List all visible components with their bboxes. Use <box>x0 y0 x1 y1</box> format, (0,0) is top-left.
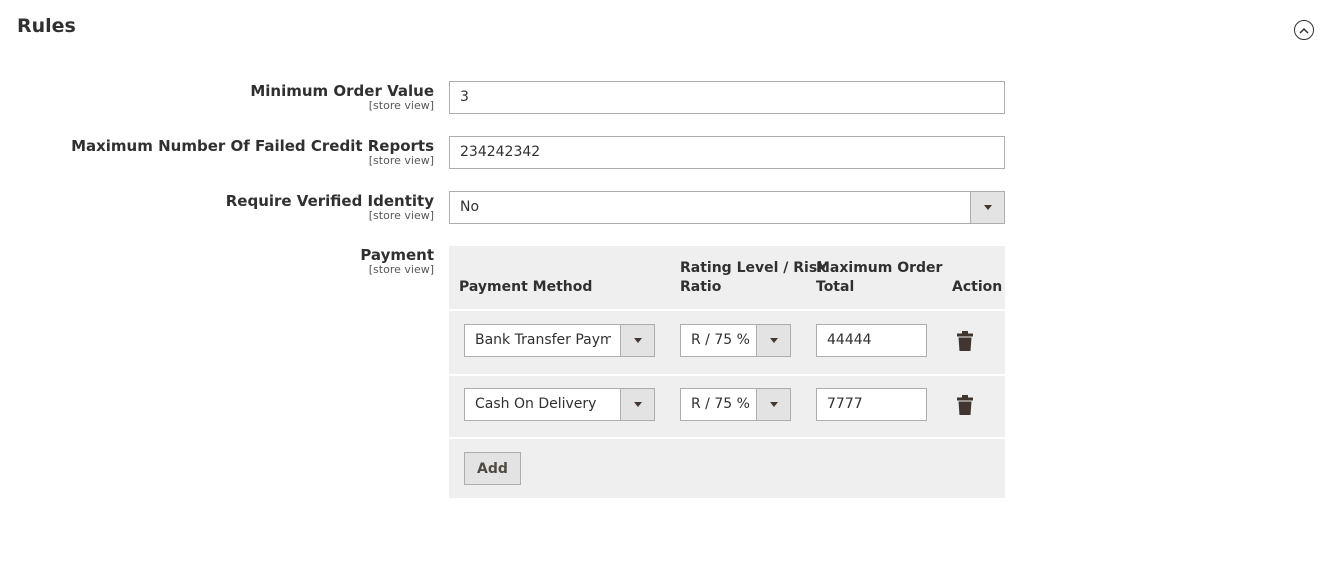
max-failed-scope: [store view] <box>368 154 434 167</box>
caret-down-icon <box>983 205 992 210</box>
dropdown-toggle[interactable] <box>970 192 1004 223</box>
minimum-order-input[interactable]: 3 <box>449 81 1005 114</box>
minimum-order-label: Minimum Order Value <box>250 82 434 100</box>
dropdown-toggle[interactable] <box>756 389 790 420</box>
header-maximum-order-total: Maximum Order Total <box>816 259 942 297</box>
rating-level-value: R / 75 % <box>691 396 750 412</box>
row-divider <box>449 309 1005 311</box>
header-rating-level: Rating Level / Risk Ratio <box>680 259 827 297</box>
payment-label: Payment <box>360 246 434 264</box>
add-payment-button[interactable]: Add <box>464 452 521 485</box>
caret-down-icon <box>633 402 642 407</box>
payment-method-select[interactable]: Cash On Delivery <box>464 388 655 421</box>
max-failed-label: Maximum Number Of Failed Credit Reports <box>71 137 434 155</box>
verified-identity-label: Require Verified Identity <box>225 192 434 210</box>
caret-down-icon <box>633 338 642 343</box>
max-order-total-input[interactable]: 44444 <box>816 324 927 357</box>
verified-identity-select[interactable]: No <box>449 191 1005 224</box>
max-failed-input[interactable]: 234242342 <box>449 136 1005 169</box>
minimum-order-scope: [store view] <box>368 99 434 112</box>
row-divider <box>449 374 1005 376</box>
max-order-total-input[interactable]: 7777 <box>816 388 927 421</box>
header-max-line1: Maximum Order <box>816 260 943 276</box>
header-max-line2: Total <box>816 279 855 295</box>
payment-label-group: Payment [store view] <box>360 246 434 276</box>
dropdown-toggle[interactable] <box>620 389 654 420</box>
max-failed-label-group: Maximum Number Of Failed Credit Reports … <box>71 137 434 167</box>
payment-method-select[interactable]: Bank Transfer Payment <box>464 324 655 357</box>
section-title: Rules <box>17 15 76 37</box>
rating-level-value: R / 75 % <box>691 332 750 348</box>
header-action: Action <box>952 279 1003 295</box>
chevron-up-icon <box>1299 27 1309 34</box>
rating-level-select[interactable]: R / 75 % <box>680 324 791 357</box>
dropdown-toggle[interactable] <box>620 325 654 356</box>
payment-method-value: Cash On Delivery <box>475 396 597 412</box>
trash-icon[interactable] <box>957 395 973 415</box>
dropdown-toggle[interactable] <box>756 325 790 356</box>
header-payment-method: Payment Method <box>459 279 593 295</box>
minimum-order-label-group: Minimum Order Value [store view] <box>250 82 434 112</box>
caret-down-icon <box>769 402 778 407</box>
rating-level-select[interactable]: R / 75 % <box>680 388 791 421</box>
collapse-section-button[interactable] <box>1294 20 1314 40</box>
payment-scope: [store view] <box>368 263 434 276</box>
verified-identity-label-group: Require Verified Identity [store view] <box>226 192 434 222</box>
caret-down-icon <box>769 338 778 343</box>
verified-identity-value: No <box>460 199 480 215</box>
payment-method-value: Bank Transfer Payment <box>475 332 611 348</box>
verified-identity-scope: [store view] <box>368 209 434 222</box>
header-rating-line1: Rating Level / Risk <box>680 260 827 276</box>
trash-icon[interactable] <box>957 331 973 351</box>
payment-table: Payment Method Rating Level / Risk Ratio… <box>449 246 1005 498</box>
row-divider <box>449 437 1005 439</box>
header-rating-line2: Ratio <box>680 279 722 295</box>
